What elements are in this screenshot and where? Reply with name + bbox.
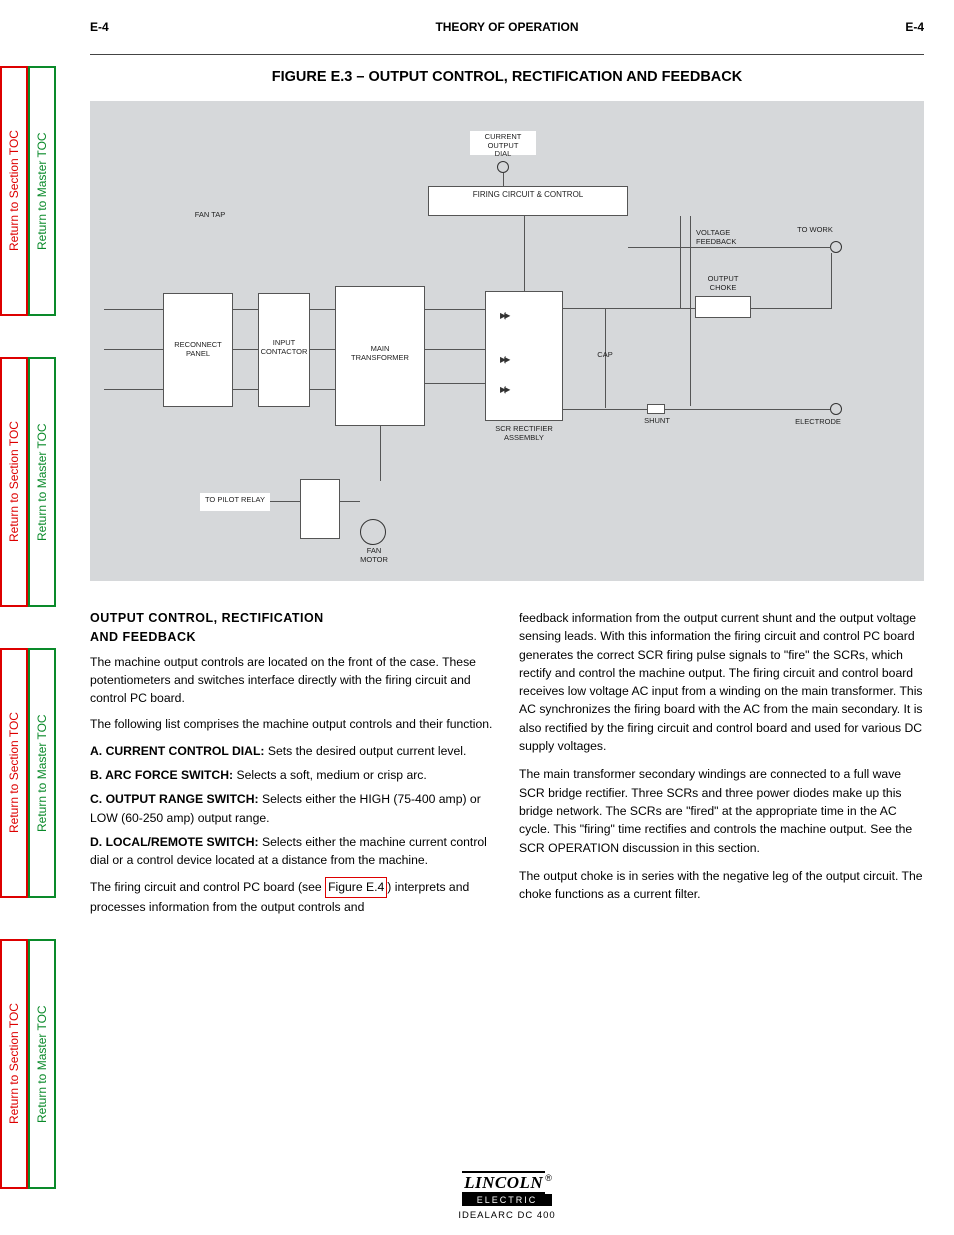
b2-text: Selects a soft, medium or crisp arc. [233, 768, 427, 782]
figure-e4-link[interactable]: Figure E.4 [325, 877, 387, 897]
b4-label: D. LOCAL/REMOTE SWITCH: [90, 835, 259, 849]
left-p2: The following list comprises the machine… [90, 715, 495, 733]
return-master-toc-4[interactable]: Return to Master TOC [28, 939, 56, 1189]
electrode-label: ELECTRODE [788, 418, 848, 427]
p3-pre: The firing circuit and control PC board … [90, 880, 325, 894]
return-master-toc-2[interactable]: Return to Master TOC [28, 357, 56, 607]
voltage-feedback-label: VOLTAGE FEEDBACK [696, 229, 740, 246]
footer-model: IDEALARC DC 400 [70, 1210, 944, 1221]
page-body: E-4 THEORY OF OPERATION E-4 FIGURE E.3 –… [70, 0, 944, 1235]
return-master-toc-1[interactable]: Return to Master TOC [28, 66, 56, 316]
shunt-label: SHUNT [642, 417, 672, 426]
return-section-toc-3[interactable]: Return to Section TOC [0, 648, 28, 898]
right-column: feedback information from the output cur… [519, 609, 924, 919]
left-p1: The machine output controls are located … [90, 653, 495, 708]
left-head: OUTPUT CONTROL, RECTIFICATION AND FEEDBA… [90, 609, 495, 647]
b1-text: Sets the desired output current level. [264, 744, 466, 758]
figure-title: FIGURE E.3 – OUTPUT CONTROL, RECTIFICATI… [90, 69, 924, 85]
return-master-toc-3[interactable]: Return to Master TOC [28, 648, 56, 898]
page-footer: LINCOLN® ELECTRIC IDEALARC DC 400 [70, 1173, 944, 1221]
contactor-label: INPUT CONTACTOR [260, 339, 308, 356]
firing-circuit-label: FIRING CIRCUIT & CONTROL [450, 190, 606, 199]
output-dial-label: CURRENT OUTPUT DIAL [470, 133, 536, 159]
b1-label: A. CURRENT CONTROL DIAL: [90, 744, 264, 758]
right-p2: The main transformer secondary windings … [519, 765, 924, 856]
choke-label: OUTPUT CHOKE [695, 275, 751, 292]
logo-top: LINCOLN [462, 1171, 545, 1194]
pilot-label: TO PILOT RELAY [200, 496, 270, 505]
transformer-label: MAIN TRANSFORMER [340, 345, 420, 362]
logo-bot: ELECTRIC [462, 1194, 552, 1206]
right-p1: feedback information from the output cur… [519, 609, 924, 755]
side-tab-rail: Return to Section TOC Return to Section … [0, 60, 56, 1195]
scr-label: SCR RECTIFIER ASSEMBLY [485, 425, 563, 442]
page-num-left: E-4 [90, 20, 109, 34]
to-work-label: TO WORK [790, 226, 840, 235]
circuit-diagram: FIRING CIRCUIT & CONTROL CURRENT OUTPUT … [90, 101, 924, 581]
body-columns: OUTPUT CONTROL, RECTIFICATION AND FEEDBA… [90, 609, 924, 919]
fan-tap-label: FAN TAP [190, 211, 230, 220]
fan-label: FAN MOTOR [353, 547, 395, 564]
shunt [647, 404, 665, 414]
b3-label: C. OUTPUT RANGE SWITCH: [90, 792, 259, 806]
lincoln-logo: LINCOLN® ELECTRIC [462, 1173, 552, 1206]
output-choke [695, 296, 751, 318]
return-section-toc-1[interactable]: Return to Section TOC [0, 66, 28, 316]
reconnect-label: RECONNECT PANEL [166, 341, 230, 358]
right-p3: The output choke is in series with the n… [519, 867, 924, 904]
b2-label: B. ARC FORCE SWITCH: [90, 768, 233, 782]
page-title: THEORY OF OPERATION [435, 20, 578, 34]
cap-label: CAP [590, 351, 620, 360]
return-section-toc-2[interactable]: Return to Section TOC [0, 357, 28, 607]
left-column: OUTPUT CONTROL, RECTIFICATION AND FEEDBA… [90, 609, 495, 919]
page-num-right: E-4 [905, 20, 924, 34]
return-section-toc-4[interactable]: Return to Section TOC [0, 939, 28, 1189]
fan-relay [300, 479, 340, 539]
